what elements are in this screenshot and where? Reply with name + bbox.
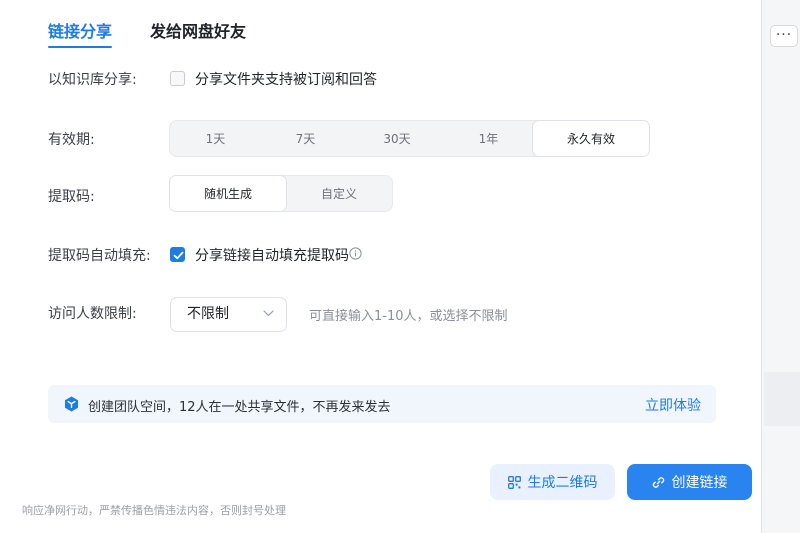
- code-option-random[interactable]: 随机生成: [169, 175, 287, 212]
- validity-option-7days[interactable]: 7天: [261, 121, 350, 156]
- code-label: 提取码:: [48, 189, 95, 205]
- visitor-limit-select[interactable]: 不限制: [170, 297, 287, 332]
- validity-segmented-control: 1天 7天 30天 1年 永久有效: [169, 120, 650, 157]
- generate-qr-button[interactable]: 生成二维码: [490, 464, 615, 500]
- kb-share-label: 以知识库分享:: [48, 72, 137, 88]
- kb-share-option-label: 分享文件夹支持被订阅和回答: [195, 72, 377, 88]
- visitor-limit-hint: 可直接输入1-10人，或选择不限制: [309, 309, 508, 324]
- code-segmented-control: 随机生成 自定义: [169, 175, 393, 212]
- autofill-option-label: 分享链接自动填充提取码: [195, 248, 349, 264]
- tab-send-to-friends[interactable]: 发给网盘好友: [150, 18, 246, 48]
- background-band: [764, 372, 800, 426]
- share-tabs: 链接分享 发给网盘好友: [48, 18, 246, 48]
- qr-code-icon: [507, 475, 521, 489]
- kb-share-checkbox[interactable]: [170, 71, 185, 86]
- create-link-button[interactable]: 创建链接: [627, 464, 752, 500]
- tab-link-share[interactable]: 链接分享: [48, 18, 113, 48]
- info-icon[interactable]: [349, 247, 362, 260]
- autofill-label: 提取码自动填充:: [48, 248, 151, 264]
- visitor-limit-label: 访问人数限制:: [48, 306, 137, 322]
- validity-label: 有效期:: [48, 132, 95, 148]
- team-space-icon: [65, 396, 78, 412]
- link-icon: [652, 476, 664, 488]
- generate-qr-label: 生成二维码: [527, 475, 598, 491]
- team-space-text: 创建团队空间，12人在一处共享文件，不再发来发去: [88, 400, 391, 415]
- visitor-limit-value: 不限制: [187, 306, 229, 322]
- validity-option-permanent[interactable]: 永久有效: [532, 120, 650, 157]
- share-dialog: 链接分享 发给网盘好友 以知识库分享: 分享文件夹支持被订阅和回答 有效期: 1…: [0, 0, 762, 533]
- validity-option-1day[interactable]: 1天: [170, 121, 261, 156]
- create-link-label: 创建链接: [671, 475, 728, 491]
- chevron-down-icon: [263, 310, 274, 317]
- code-option-custom[interactable]: 自定义: [286, 176, 392, 211]
- validity-option-30days[interactable]: 30天: [350, 121, 444, 156]
- autofill-checkbox[interactable]: [170, 247, 185, 262]
- try-now-link[interactable]: 立即体验: [645, 395, 701, 415]
- validity-option-1year[interactable]: 1年: [444, 121, 533, 156]
- team-space-banner: 创建团队空间，12人在一处共享文件，不再发来发去 立即体验: [48, 385, 716, 423]
- more-options-button[interactable]: ···: [770, 25, 798, 47]
- check-icon: [173, 251, 184, 260]
- compliance-note: 响应净网行动，严禁传播色情违法内容，否则封号处理: [22, 504, 286, 517]
